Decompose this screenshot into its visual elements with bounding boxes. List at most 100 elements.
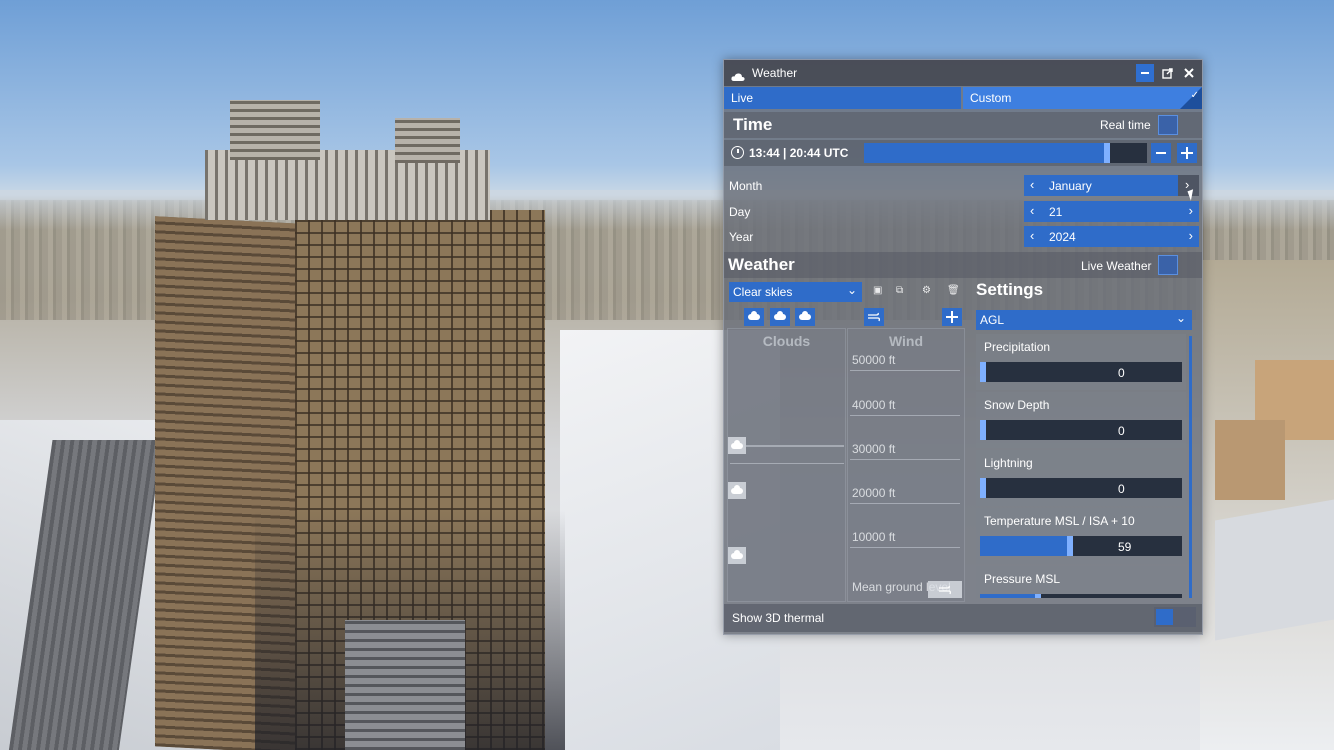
- real-time-toggle[interactable]: [1158, 115, 1178, 135]
- save-icon[interactable]: ▣: [873, 286, 883, 296]
- month-label: Month: [729, 179, 763, 193]
- pressure-slider[interactable]: [980, 594, 1182, 598]
- day-stepper: ‹ 21 ›: [1024, 201, 1199, 222]
- copy-icon[interactable]: ⧉: [896, 286, 906, 296]
- cloud-layer-button[interactable]: [795, 308, 815, 326]
- cloud-icon: [731, 484, 743, 494]
- altitude-label: 30000 ft: [852, 442, 896, 456]
- slider-knob[interactable]: [1034, 594, 1041, 598]
- setting-label: Lightning: [984, 456, 1033, 470]
- custom-mode-button[interactable]: Custom ✓: [963, 87, 1202, 109]
- wind-layer-button[interactable]: [864, 308, 884, 326]
- thermal-row: Show 3D thermal: [724, 604, 1202, 632]
- altitude-reference-dropdown[interactable]: AGL ⌄: [976, 310, 1192, 330]
- custom-mode-label: Custom: [970, 91, 1012, 105]
- altitude-reference-value: AGL: [980, 313, 1005, 327]
- lightning-setting: Lightning 0: [976, 450, 1186, 506]
- cloud-icon: [774, 311, 786, 320]
- wind-layer-handle[interactable]: [928, 581, 962, 598]
- cloud-icon: [731, 549, 743, 559]
- day-prev-button[interactable]: ‹: [1030, 203, 1034, 218]
- building: [1215, 499, 1334, 641]
- cloud-layer-button[interactable]: [770, 308, 790, 326]
- year-label: Year: [729, 230, 754, 244]
- temperature-setting: Temperature MSL / ISA + 10 59: [976, 508, 1186, 564]
- clouds-title: Clouds: [762, 333, 811, 349]
- year-stepper: ‹ 2024 ›: [1024, 226, 1199, 247]
- cloud-layer-button[interactable]: [744, 308, 764, 326]
- time-section-header: Time Real time: [724, 112, 1202, 138]
- skyscraper-spire: [395, 118, 460, 163]
- weather-section-title: Weather: [728, 255, 795, 274]
- slider-value: 0: [1118, 482, 1125, 496]
- altitude-line: [850, 370, 960, 371]
- slider-knob[interactable]: [980, 420, 986, 440]
- cloud-layer-handle[interactable]: [728, 437, 746, 454]
- slider-knob[interactable]: [980, 362, 986, 382]
- slider-value: 0: [1118, 424, 1125, 438]
- thermal-toggle[interactable]: [1154, 607, 1196, 627]
- time-section-title: Time: [733, 115, 773, 134]
- time-increase-button[interactable]: [1177, 143, 1197, 163]
- year-row: Year ‹ 2024 ›: [724, 225, 1202, 249]
- day-row: Day ‹ 21 ›: [724, 200, 1202, 224]
- altitude-label: 50000 ft: [852, 353, 896, 367]
- live-mode-button[interactable]: Live: [724, 87, 961, 109]
- cloud-icon: [799, 311, 811, 320]
- time-slider-fill: [864, 143, 1111, 163]
- real-time-label: Real time: [1100, 118, 1151, 132]
- year-next-button[interactable]: ›: [1189, 228, 1193, 243]
- setting-label: Temperature MSL / ISA + 10: [984, 514, 1135, 528]
- setting-label: Pressure MSL: [984, 572, 1061, 586]
- building: [1215, 420, 1285, 500]
- setting-label: Precipitation: [984, 340, 1051, 354]
- weather-preset-dropdown[interactable]: Clear skies ⌄: [729, 282, 862, 302]
- popout-button[interactable]: [1158, 64, 1176, 82]
- wind-icon: [939, 585, 951, 594]
- altitude-line: [850, 503, 960, 504]
- cloud-layer-handle[interactable]: [728, 547, 746, 564]
- precipitation-slider[interactable]: 0: [980, 362, 1182, 382]
- day-value: 21: [1049, 205, 1063, 219]
- close-button[interactable]: [1180, 64, 1198, 82]
- time-slider[interactable]: [864, 143, 1147, 163]
- time-slider-knob[interactable]: [1104, 143, 1111, 163]
- weather-panel: Weather Live Custom ✓ Time Real time 13:…: [723, 59, 1203, 635]
- chevron-down-icon: ⌄: [1175, 311, 1186, 325]
- day-next-button[interactable]: ›: [1189, 203, 1193, 218]
- cloud-icon: [731, 69, 745, 81]
- time-row: 13:44 | 20:44 UTC: [724, 140, 1202, 166]
- weather-section-header: Weather Live Weather: [724, 252, 1202, 278]
- chevron-down-icon: ⌄: [846, 283, 857, 297]
- wind-icon: [868, 312, 880, 322]
- mode-selector: Live Custom ✓: [724, 87, 1202, 109]
- altitude-label: 20000 ft: [852, 486, 896, 500]
- month-stepper: ‹ January ›: [1024, 175, 1199, 196]
- altitude-line: [850, 459, 960, 460]
- cloud-layer-handle[interactable]: [728, 482, 746, 499]
- settings-scrollbar[interactable]: [1189, 336, 1192, 598]
- trash-icon[interactable]: 🗑: [947, 286, 960, 296]
- title-bar[interactable]: Weather: [724, 60, 1202, 86]
- cloud-layer-line: [746, 445, 844, 447]
- time-display: 13:44 | 20:44 UTC: [749, 146, 849, 160]
- lightning-slider[interactable]: 0: [980, 478, 1182, 498]
- time-decrease-button[interactable]: [1151, 143, 1171, 163]
- slider-knob[interactable]: [980, 478, 986, 498]
- clouds-column: Clouds: [727, 328, 846, 602]
- live-weather-toggle[interactable]: [1158, 255, 1178, 275]
- wind-title: Wind: [888, 333, 924, 349]
- snow-depth-slider[interactable]: 0: [980, 420, 1182, 440]
- slider-fill: [980, 594, 1041, 598]
- gear-icon[interactable]: ⚙: [922, 286, 932, 296]
- add-layer-button[interactable]: [942, 308, 962, 326]
- toggle-knob: [1156, 609, 1173, 625]
- slider-value: 59: [1118, 540, 1132, 554]
- setting-label: Snow Depth: [984, 398, 1050, 412]
- minimize-button[interactable]: [1136, 64, 1154, 82]
- month-prev-button[interactable]: ‹: [1030, 177, 1034, 192]
- temperature-slider[interactable]: 59: [980, 536, 1182, 556]
- cloud-icon: [748, 311, 760, 320]
- year-prev-button[interactable]: ‹: [1030, 228, 1034, 243]
- slider-knob[interactable]: [1066, 536, 1073, 556]
